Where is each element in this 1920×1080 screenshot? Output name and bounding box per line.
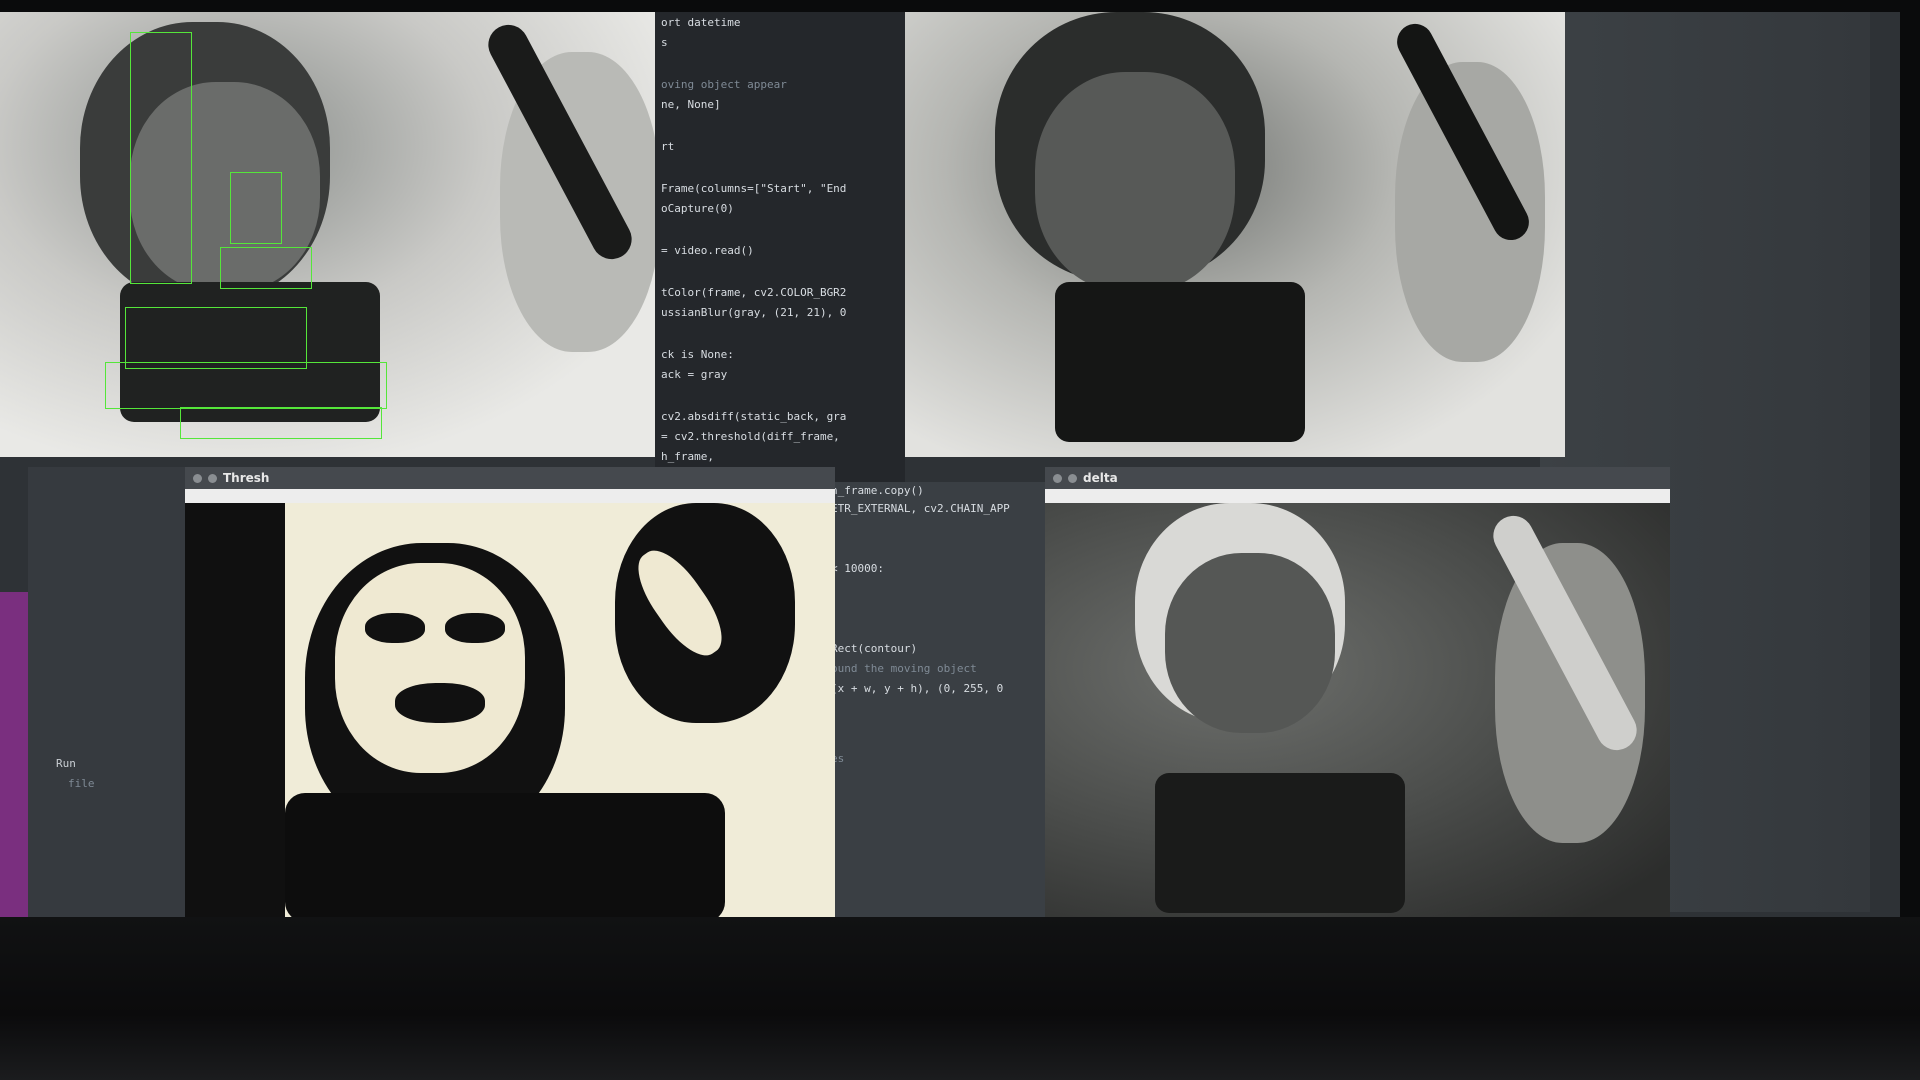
code-line: Rect(contour) [831,642,918,655]
code-line: ort datetime [661,16,741,29]
code-line: s [661,36,668,49]
motion-bounding-box [230,172,282,244]
minimize-window-icon[interactable] [208,473,217,483]
threshold-dark-region [185,503,285,917]
phone-in-hand [1055,282,1305,442]
code-line: ne, None] [661,98,721,111]
code-line: ussianBlur(gray, (21, 21), 0 [661,306,847,319]
code-line: = cv2.threshold(diff_frame, [661,430,840,443]
code-editor-lower[interactable]: h_frame.copy() ETR_EXTERNAL, cv2.CHAIN_A… [825,482,1045,917]
threshold-dark-region [395,683,485,723]
threshold-dark-region [365,613,425,643]
monitor-screen: ort datetime s oving object appear ne, N… [0,12,1900,917]
code-line: Frame(columns=["Start", "End [661,182,847,195]
code-line: h_frame.copy() [831,484,924,497]
camera-frame-view [0,12,675,457]
window-camera-frame[interactable] [0,12,675,457]
code-line: ETR_EXTERNAL, cv2.CHAIN_APP [831,502,1010,515]
code-line: (x + w, y + h), (0, 255, 0 [831,682,1004,695]
threshold-light-region [335,563,525,773]
window-title: Thresh [223,471,270,485]
code-line: ck is None: [661,348,734,361]
phone-in-hand [1155,773,1405,913]
code-line: ack = gray [661,368,728,381]
code-line: oving object appear [661,78,787,91]
code-line: < 10000: [831,562,884,575]
window-titlebar[interactable]: Thresh [185,467,835,489]
code-editor[interactable]: ort datetime s oving object appear ne, N… [655,12,905,482]
motion-bounding-box [105,362,387,409]
code-line: h_frame, [661,450,714,463]
code-line: rt [661,140,675,153]
window-gray-frame[interactable] [905,12,1565,457]
monitor-bezel [0,917,1920,1080]
code-line: tColor(frame, cv2.COLOR_BGR2 [661,286,847,299]
gray-frame-view [905,12,1565,457]
file-label: file [68,777,95,790]
run-tab[interactable]: Run [56,757,76,770]
window-toolbar [1045,489,1670,503]
minimize-window-icon[interactable] [1068,473,1077,483]
code-line: cv2.absdiff(static_back, gra [661,410,847,423]
motion-bounding-box [180,407,382,439]
delta-frame-view [1045,503,1670,917]
ide-side-panel[interactable]: Run file [28,467,188,917]
motion-bounding-box [130,32,192,284]
code-line: = video.read() [661,244,754,257]
window-title: delta [1083,471,1118,485]
threshold-frame-view [185,503,835,917]
window-delta[interactable]: delta [1045,467,1670,917]
threshold-dark-region [445,613,505,643]
window-toolbar [185,489,835,503]
motion-bounding-box [125,307,307,369]
launcher-bar[interactable] [0,592,28,917]
person-face [1035,72,1235,292]
window-thresh[interactable]: Thresh [185,467,835,917]
threshold-dark-region [285,793,725,917]
window-titlebar[interactable]: delta [1045,467,1670,489]
code-line: oCapture(0) [661,202,734,215]
close-window-icon[interactable] [1053,473,1062,483]
person-face [1165,553,1335,733]
code-line: ound the moving object [831,662,977,675]
motion-bounding-box [220,247,312,289]
close-window-icon[interactable] [193,473,202,483]
